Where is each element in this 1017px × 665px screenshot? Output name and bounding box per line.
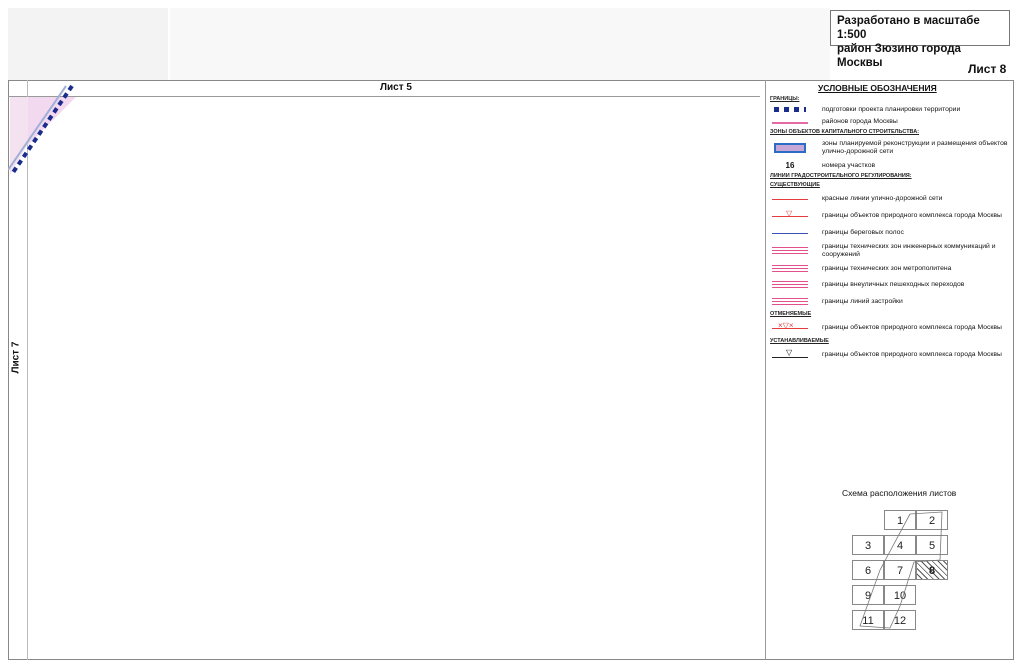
- dotted-boundary-symbol: [770, 104, 810, 116]
- legend-category-established: УСТАНАВЛИВАЕМЫЕ: [770, 338, 829, 344]
- sheet-number: Лист 8: [968, 62, 1007, 76]
- legend-item: границы технических зон инженерных комму…: [770, 243, 1010, 259]
- tech-zone-symbol: [770, 245, 810, 257]
- cancelled-boundary-symbol: ×▽×: [770, 322, 810, 334]
- sheet-scheme-title: Схема расположения листов: [842, 488, 957, 498]
- legend-category-lines: ЛИНИИ ГРАДОСТРОИТЕЛЬНОГО РЕГУЛИРОВАНИЯ:: [770, 173, 912, 179]
- legend-item: зоны планируемой реконструкции и размеще…: [770, 140, 1010, 156]
- legend-item: границы береговых полос: [770, 227, 1010, 239]
- legend-item: ▽ границы объектов природного комплекса г…: [770, 210, 1010, 222]
- triangle-down-icon: ▽: [786, 348, 793, 357]
- natural-boundary-symbol: ▽: [770, 210, 810, 222]
- building-line-symbol: [770, 296, 810, 308]
- zone-box-symbol: [770, 142, 810, 154]
- title-box: Разработано в масштабе 1:500 район Зюзин…: [830, 10, 1010, 69]
- project-boundary-line: [8, 84, 74, 176]
- legend-divider: [765, 80, 766, 660]
- title-line-1: Разработано в масштабе 1:500: [837, 15, 980, 41]
- legend-item: районов города Москвы: [770, 116, 1010, 128]
- parcel-number-symbol: 16: [785, 161, 795, 170]
- top-strip: [170, 8, 830, 80]
- territory-outline: [859, 511, 943, 629]
- legend-item: границы линий застройки: [770, 296, 1010, 308]
- legend-heading: УСЛОВНЫЕ ОБОЗНАЧЕНИЯ: [818, 83, 937, 93]
- top-left-area: [8, 8, 168, 80]
- legend-category-existing: СУЩЕСТВУЮЩИЕ: [770, 182, 820, 188]
- legend-item: 16 номера участков: [770, 160, 1010, 172]
- legend: УСЛОВНЫЕ ОБОЗНАЧЕНИЯ ГРАНИЦЫ: подготовки…: [770, 84, 1010, 361]
- legend-item: границы технических зон метрополитена: [770, 263, 1010, 275]
- coast-line-symbol: [770, 227, 810, 239]
- pedestrian-passage-symbol: [770, 279, 810, 291]
- cross-triangle-icon: ×▽×: [778, 321, 794, 330]
- triangle-down-icon: ▽: [786, 209, 793, 218]
- red-line-symbol: [770, 193, 810, 205]
- new-boundary-symbol: ▽: [770, 349, 810, 361]
- legend-item: ▽ границы объектов природного комплекса г…: [770, 349, 1010, 361]
- legend-item: красные линии улично-дорожной сети: [770, 193, 1010, 205]
- legend-category-zones: ЗОНЫ ОБЪЕКТОВ КАПИТАЛЬНОГО СТРОИТЕЛЬСТВА…: [770, 129, 920, 135]
- map-top-border: [8, 96, 760, 97]
- legend-category-cancelled: ОТМЕНЯЕМЫЕ: [770, 311, 812, 317]
- sheet-scheme: 1 2 3 4 5 6 7 8 9 10 11 12: [850, 510, 952, 632]
- legend-item: границы внеуличных пешеходных переходов: [770, 279, 1010, 291]
- neighbor-sheet-left: Лист 7: [10, 341, 22, 374]
- legend-category-borders: ГРАНИЦЫ:: [770, 96, 800, 102]
- metro-zone-symbol: [770, 263, 810, 275]
- legend-item: ×▽× границы объектов природного комплекса…: [770, 322, 1010, 334]
- neighbor-sheet-top: Лист 5: [380, 82, 412, 93]
- legend-item: подготовки проекта планировки территории: [770, 104, 1010, 116]
- district-line-symbol: [770, 116, 810, 128]
